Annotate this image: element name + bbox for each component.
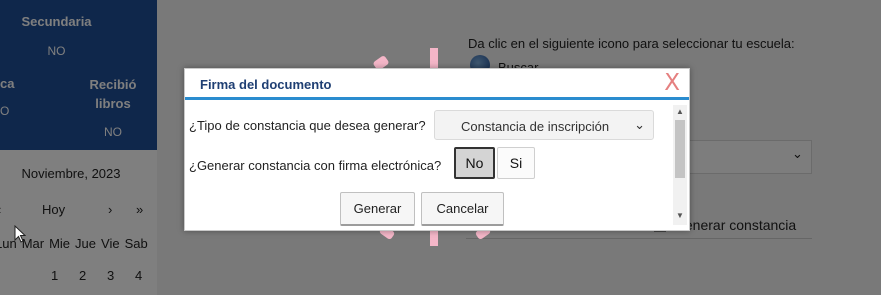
close-icon[interactable]: X [664, 70, 680, 96]
dialog-title: Firma del documento [200, 77, 332, 92]
certificate-type-select[interactable]: Constancia de inscripción ⌄ [434, 110, 654, 140]
scrollbar-thumb[interactable] [675, 120, 685, 178]
electronic-signature-label: ¿Generar constancia con firma electrónic… [189, 158, 442, 173]
signature-dialog: Firma del documento X ¿Tipo de constanci… [184, 68, 690, 231]
certificate-type-label: ¿Tipo de constancia que desea generar? [189, 118, 426, 133]
mouse-cursor-icon [14, 225, 26, 243]
dialog-body: ¿Tipo de constancia que desea generar? C… [185, 102, 673, 228]
signature-si-button[interactable]: Si [497, 147, 535, 179]
generate-button[interactable]: Generar [340, 192, 415, 226]
chevron-down-icon: ⌄ [634, 117, 645, 132]
cancel-button[interactable]: Cancelar [421, 192, 504, 226]
scroll-down-icon[interactable]: ▼ [676, 211, 684, 220]
signature-no-button[interactable]: No [454, 147, 495, 179]
scroll-up-icon[interactable]: ▲ [676, 107, 684, 116]
certificate-type-value: Constancia de inscripción [461, 119, 610, 134]
dialog-scrollbar[interactable]: ▲ ▼ [673, 105, 687, 225]
dialog-header: Firma del documento X [185, 69, 689, 100]
